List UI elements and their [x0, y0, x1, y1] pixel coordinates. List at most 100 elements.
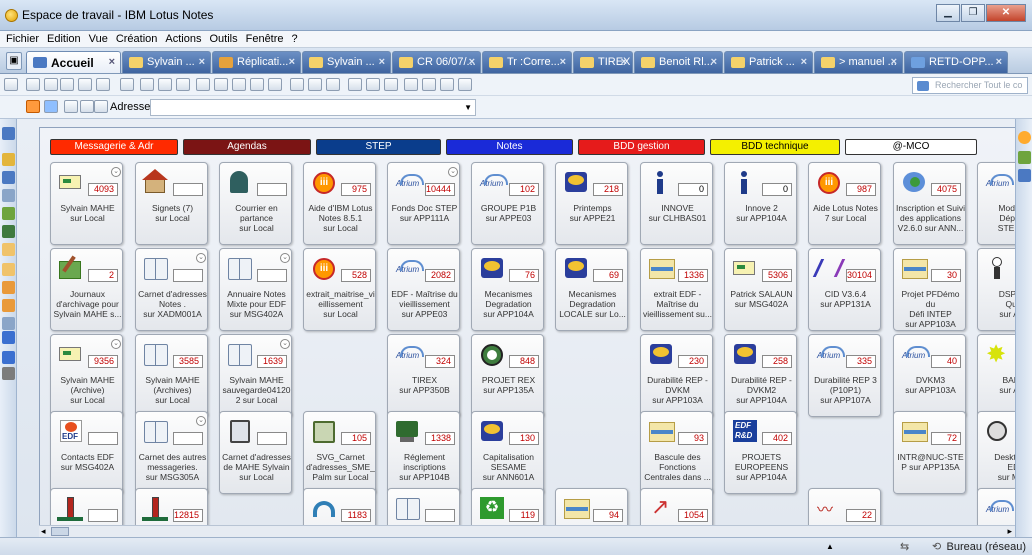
- toolbar-action-icon[interactable]: [326, 78, 340, 91]
- bookmark-icon[interactable]: [2, 351, 15, 364]
- toolbar-action-icon[interactable]: [404, 78, 418, 91]
- bookmark-icon[interactable]: [2, 153, 15, 166]
- category-tab-3[interactable]: Notes: [446, 139, 573, 155]
- toolbar-action-icon[interactable]: [26, 78, 40, 91]
- database-card[interactable]: Atrium 335 Durabilité REP 3 (P10P1) sur AP…: [808, 334, 881, 417]
- toolbar-action-icon[interactable]: [290, 78, 304, 91]
- toolbar-action-icon[interactable]: [158, 78, 172, 91]
- database-card[interactable]: 72 INTR@NUC-STE P sur APP135A: [893, 411, 966, 494]
- home-page-icon[interactable]: [80, 100, 94, 113]
- toolbar-action-icon[interactable]: [250, 78, 264, 91]
- toolbar-action-icon[interactable]: [96, 78, 110, 91]
- database-card[interactable]: 130 Capitalisation SESAME sur ANN601A: [471, 411, 544, 494]
- menu-item-2[interactable]: Vue: [89, 33, 108, 45]
- database-card[interactable]: Desktop M EDI sur MSG: [977, 411, 1015, 494]
- close-tab-icon[interactable]: ×: [801, 56, 807, 68]
- database-card[interactable]: 218 Printemps sur APPE21: [555, 162, 628, 245]
- database-card[interactable]: iii 987 Aide Lotus Notes 7 sur Local: [808, 162, 881, 245]
- database-card[interactable]: Carnet d'adresses de MAHE Sylvain sur Lo…: [219, 411, 292, 494]
- category-tab-0[interactable]: Messagerie & Adr: [50, 139, 178, 155]
- bookmark-icon[interactable]: [2, 127, 15, 140]
- calendar-icon[interactable]: [1018, 169, 1031, 182]
- tab-8[interactable]: Patrick ... ×: [724, 51, 813, 73]
- menu-item-1[interactable]: Edition: [47, 33, 81, 45]
- database-card[interactable]: 258 Durabilité REP - DVKM2 sur APP104A: [724, 334, 797, 417]
- close-tab-icon[interactable]: ×: [289, 56, 295, 68]
- toolbar-action-icon[interactable]: [440, 78, 454, 91]
- tab-5[interactable]: Tr :Corre... ×: [482, 51, 572, 73]
- close-tab-icon[interactable]: ×: [379, 56, 385, 68]
- database-card[interactable]: 1639 ⌄ Sylvain MAHE sauvegarde04120 2 sur …: [219, 334, 292, 417]
- open-list-icon[interactable]: ▣: [6, 52, 22, 70]
- database-card[interactable]: 76 Mecanismes Degradation sur APP104A: [471, 248, 544, 331]
- toolbar-action-icon[interactable]: [268, 78, 282, 91]
- maximize-button[interactable]: ❐: [961, 4, 985, 22]
- close-tab-icon[interactable]: ×: [891, 56, 897, 68]
- toolbar-action-icon[interactable]: [78, 78, 92, 91]
- stop-icon[interactable]: [26, 100, 40, 113]
- database-card[interactable]: 2 Journaux d'archivage pour Sylvain MAHE …: [50, 248, 123, 331]
- search-scope-icon[interactable]: [917, 81, 929, 91]
- location-selector[interactable]: Bureau (réseau): [947, 541, 1027, 553]
- toolbar-action-icon[interactable]: [366, 78, 380, 91]
- tab-10[interactable]: RETD-OPP... ×: [904, 51, 1008, 73]
- horizontal-scrollbar[interactable]: ◂ ▸: [39, 525, 1015, 537]
- menu-item-4[interactable]: Actions: [165, 33, 201, 45]
- database-card[interactable]: 5306 Patrick SALAUN sur MSG402A: [724, 248, 797, 331]
- toolbar-action-icon[interactable]: [384, 78, 398, 91]
- database-card[interactable]: iii 528 extrait_maitrise_vi eillissement s…: [303, 248, 376, 331]
- database-card[interactable]: Atrium 324 TIREX sur APP350B: [387, 334, 460, 417]
- menu-item-7[interactable]: ?: [292, 33, 298, 45]
- tab-6[interactable]: TIREX ×: [573, 51, 633, 73]
- database-card[interactable]: Courrier en partance sur Local: [219, 162, 292, 245]
- close-button[interactable]: ✕: [986, 4, 1026, 22]
- search-input[interactable]: Rechercher Tout le co: [912, 77, 1028, 94]
- database-card[interactable]: 3585 Sylvain MAHE (Archives) sur Local: [135, 334, 208, 417]
- database-card[interactable]: 105 SVG_Carnet d'adresses_SME_ Palm sur L…: [303, 411, 376, 494]
- database-card[interactable]: Signets (7) sur Local: [135, 162, 208, 245]
- bookmark-icon[interactable]: [2, 243, 15, 256]
- database-card[interactable]: Atrium 10444 ⌄ Fonds Doc STEP sur APP111A: [387, 162, 460, 245]
- close-tab-icon[interactable]: ×: [996, 56, 1002, 68]
- bookmark-icon[interactable]: [2, 281, 15, 294]
- database-card[interactable]: 1338 Réglement inscriptions sur APP104B: [387, 411, 460, 494]
- tab-2[interactable]: Réplicati... ×: [212, 51, 301, 73]
- tab-0[interactable]: Accueil ×: [26, 51, 121, 73]
- database-card[interactable]: iii 975 Aide d'IBM Lotus Notes 8.5.1 sur L…: [303, 162, 376, 245]
- category-tab-1[interactable]: Agendas: [183, 139, 311, 155]
- database-card[interactable]: EDF R&D 402 PROJETS EUROPEENS sur APP104A: [724, 411, 797, 494]
- toolbar-action-icon[interactable]: [458, 78, 472, 91]
- category-tab-2[interactable]: STEP: [316, 139, 441, 155]
- activities-icon[interactable]: [1018, 151, 1031, 164]
- database-card[interactable]: 4093 ⌄ Sylvain MAHE sur Local: [50, 162, 123, 245]
- chevron-down-icon[interactable]: ⌄: [196, 416, 206, 426]
- chevron-down-icon[interactable]: ⌄: [448, 167, 458, 177]
- bookmark-icon[interactable]: [2, 189, 15, 202]
- toolbar-action-icon[interactable]: [44, 78, 58, 91]
- database-card[interactable]: 93 Bascule des Fonctions Centrales dans .…: [640, 411, 713, 494]
- close-tab-icon[interactable]: ×: [469, 56, 475, 68]
- tab-1[interactable]: Sylvain ... ×: [122, 51, 211, 73]
- network-icon[interactable]: ⇆: [900, 540, 909, 553]
- toolbar-action-icon[interactable]: [176, 78, 190, 91]
- chevron-down-icon[interactable]: ⌄: [280, 253, 290, 263]
- bookmark-icon[interactable]: [2, 299, 15, 312]
- tab-4[interactable]: CR 06/07/... ×: [392, 51, 481, 73]
- address-input[interactable]: ▼: [150, 99, 476, 116]
- toolbar-action-icon[interactable]: [4, 78, 18, 91]
- close-tab-icon[interactable]: ×: [711, 56, 717, 68]
- database-card[interactable]: 30 Projet PFDémo du Défi INTEP sur APP103…: [893, 248, 966, 331]
- toolbar-action-icon[interactable]: [120, 78, 134, 91]
- database-card[interactable]: 4075 Inscription et Suivi des application…: [893, 162, 966, 245]
- scroll-right-icon[interactable]: ▸: [1007, 526, 1012, 537]
- toolbar-action-icon[interactable]: [308, 78, 322, 91]
- database-card[interactable]: Atrium 2082 EDF - Maîtrise du vieillisseme…: [387, 248, 460, 331]
- close-tab-icon[interactable]: ×: [109, 56, 115, 68]
- menu-item-5[interactable]: Outils: [209, 33, 237, 45]
- database-card[interactable]: 30104 CID V3.6.4 sur APP131A: [808, 248, 881, 331]
- bookmark-icon[interactable]: [2, 317, 15, 330]
- toolbar-action-icon[interactable]: [422, 78, 436, 91]
- database-card[interactable]: 0 Innove 2 sur APP104A: [724, 162, 797, 245]
- toolbar-action-icon[interactable]: [348, 78, 362, 91]
- database-card[interactable]: ⌄ Carnet des autres messageries. sur MSG3…: [135, 411, 208, 494]
